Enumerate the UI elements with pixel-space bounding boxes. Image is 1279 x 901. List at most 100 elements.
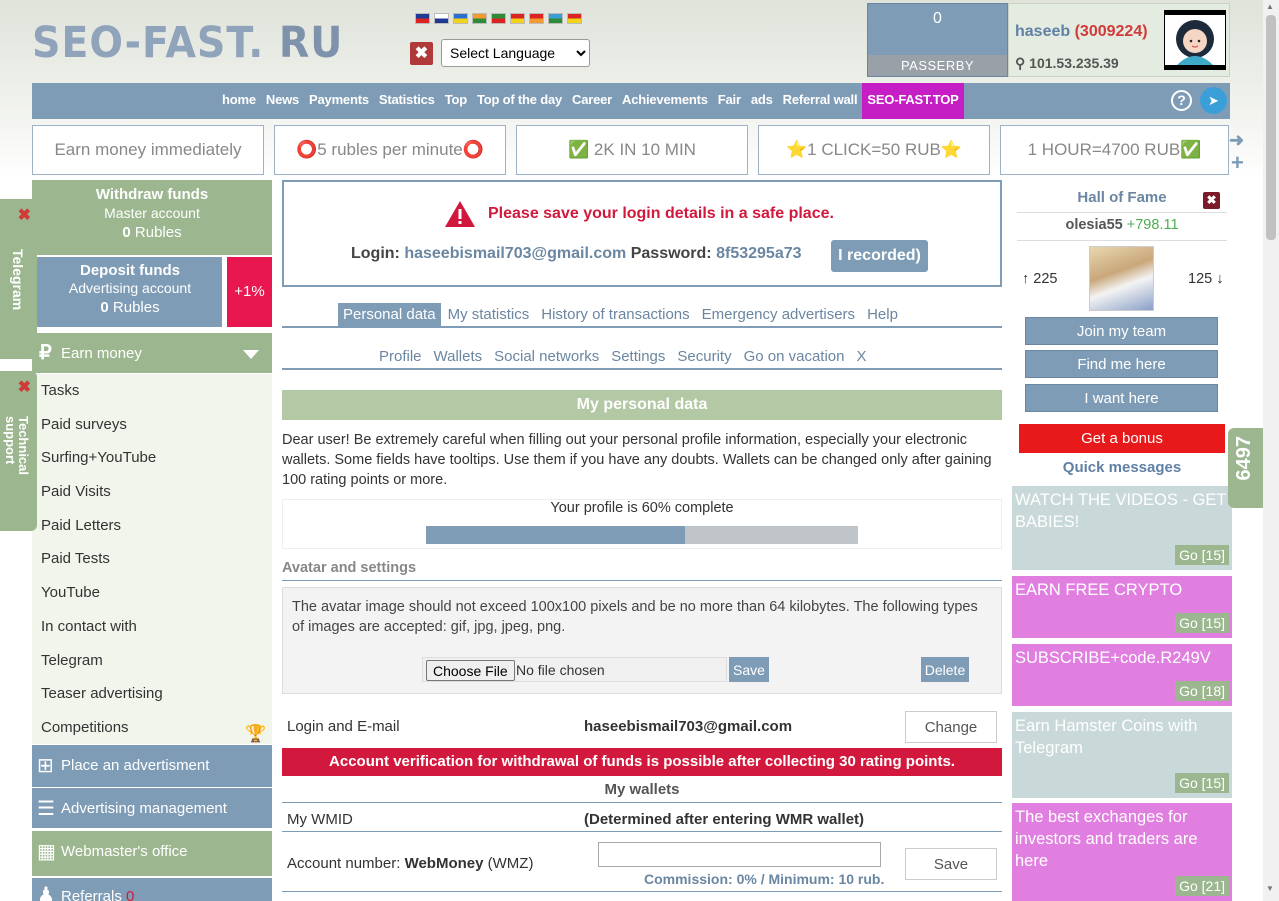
nav-item[interactable]: Payments (304, 83, 374, 119)
earn-menu-item[interactable]: YouTube (32, 576, 272, 610)
avatar-save-button[interactable]: Save (729, 657, 769, 682)
ad-block[interactable]: The best exchanges for investors and tra… (1012, 803, 1232, 901)
online-counter[interactable]: 6497 (1228, 428, 1263, 508)
flag-es-icon[interactable] (510, 13, 525, 24)
nav-item[interactable]: SEO-FAST.TOP (862, 83, 964, 119)
close-icon[interactable]: ✖ (18, 205, 31, 225)
nav-item[interactable]: Top (440, 83, 472, 119)
place-ad-menu[interactable]: ⊞ Place an advertisment (32, 745, 272, 787)
want-here-button[interactable]: I want here (1025, 384, 1218, 412)
hall-user[interactable]: olesia55 +798.11 (1017, 217, 1227, 233)
flag-in-icon[interactable] (472, 13, 487, 24)
earn-menu-item[interactable]: Competitions 🏆 (32, 711, 272, 745)
promo-banner[interactable]: ⭕5 rubles per minute⭕ (274, 125, 506, 175)
earn-menu-item[interactable]: Paid Letters (32, 509, 272, 543)
wallet-save-button[interactable]: Save (905, 848, 997, 880)
earn-menu-item[interactable]: Surfing+YouTube (32, 441, 272, 475)
nav-item[interactable]: ads (746, 83, 778, 119)
earn-menu-item[interactable]: Paid Tests (32, 542, 272, 576)
tab[interactable]: My statistics (443, 303, 535, 327)
earn-menu-item[interactable]: Tasks (32, 374, 272, 408)
earn-menu-item[interactable]: Paid Visits (32, 475, 272, 509)
hall-user-photo[interactable] (1089, 246, 1154, 311)
nav-item[interactable]: News (261, 83, 304, 119)
subtab[interactable]: Profile (374, 345, 427, 368)
nav-item[interactable]: Referral wall (778, 83, 863, 119)
telegram-side-tab[interactable]: ✖ Telegram (0, 199, 37, 359)
help-icon[interactable]: ? (1171, 90, 1192, 111)
subtab[interactable]: Wallets (429, 345, 488, 368)
deposit-funds[interactable]: Deposit funds Advertising account 0 Rubl… (32, 257, 222, 327)
earn-money-menu[interactable]: ₽ Earn money (32, 333, 272, 373)
close-icon[interactable]: ✖ (410, 42, 433, 65)
get-bonus-button[interactable]: Get a bonus (1019, 424, 1225, 453)
go-button[interactable]: Go [15] (1175, 545, 1229, 565)
quick-messages-link[interactable]: Quick messages (1017, 459, 1227, 476)
subtab[interactable]: Security (672, 345, 736, 368)
nav-item[interactable]: Career (567, 83, 617, 119)
earn-menu-item[interactable]: Telegram (32, 644, 272, 678)
choose-file-button[interactable]: Choose File (426, 660, 515, 681)
deposit-bonus-badge[interactable]: +1% (227, 257, 272, 327)
promo-banner[interactable]: ✅ 2K IN 10 MIN (516, 125, 748, 175)
tab[interactable]: History of transactions (536, 303, 694, 327)
support-side-tab[interactable]: ✖ Technical support (0, 371, 37, 531)
scroll-down-icon[interactable]: ▼ (1266, 884, 1274, 893)
go-button[interactable]: Go [15] (1175, 773, 1229, 793)
flag-ua-icon[interactable] (453, 13, 468, 24)
nav-item[interactable]: Achievements (617, 83, 713, 119)
nav-item[interactable]: Statistics (374, 83, 440, 119)
subtab[interactable]: Settings (606, 345, 670, 368)
ad-block[interactable]: WATCH THE VIDEOS - GET BABIES! Go [15] (1012, 486, 1232, 570)
nav-item[interactable]: home (217, 83, 261, 119)
flag-az-icon[interactable] (548, 13, 563, 24)
ad-block[interactable]: EARN FREE CRYPTO Go [15] (1012, 576, 1232, 638)
ad-block[interactable]: SUBSCRIBE+code.R249V Go [18] (1012, 644, 1232, 706)
flag-vn-icon[interactable] (567, 13, 582, 24)
withdraw-funds[interactable]: Withdraw funds Master account 0 Rubles (32, 180, 272, 255)
ad-management-menu[interactable]: ☰ Advertising management (32, 788, 272, 828)
flag-uk-icon[interactable] (415, 13, 430, 24)
find-me-button[interactable]: Find me here (1025, 350, 1218, 378)
upvote-count[interactable]: ↑ 225 (1022, 271, 1057, 287)
subtab[interactable]: X (852, 345, 872, 368)
change-button[interactable]: Change (905, 711, 997, 743)
recorded-button[interactable]: I recorded) (831, 240, 928, 272)
plus-icon[interactable]: + (1231, 150, 1244, 176)
referrals-menu[interactable]: ♟ Referrals 0 (32, 878, 272, 901)
site-logo[interactable]: SEO-FAST. RU (32, 18, 343, 68)
promo-banner[interactable]: Earn money immediately (32, 125, 264, 175)
file-input[interactable]: Choose File No file chosen (422, 657, 727, 682)
flag-it-icon[interactable] (491, 13, 506, 24)
promo-banner[interactable]: 1 HOUR=4700 RUB✅ (1000, 125, 1229, 175)
tab[interactable]: Help (862, 303, 903, 327)
earn-menu-item[interactable]: In contact with (32, 610, 272, 644)
language-select[interactable]: Select Language (441, 39, 590, 67)
promo-banner[interactable]: ⭐1 CLICK=50 RUB⭐ (758, 125, 990, 175)
tab[interactable]: Personal data (338, 303, 441, 327)
earn-menu-item[interactable]: Paid surveys (32, 408, 272, 442)
tab[interactable]: Emergency advertisers (697, 303, 860, 327)
downvote-count[interactable]: 125 ↓ (1188, 271, 1223, 287)
subtab[interactable]: Go on vacation (739, 345, 850, 368)
earn-menu-item[interactable]: Teaser advertising (32, 677, 272, 711)
telegram-icon[interactable]: ➤ (1200, 87, 1227, 114)
arrow-right-icon[interactable]: ➜ (1229, 130, 1244, 151)
scrollbar-thumb[interactable] (1266, 15, 1276, 240)
wallet-input[interactable] (598, 842, 881, 867)
go-button[interactable]: Go [15] (1175, 613, 1229, 633)
go-button[interactable]: Go [18] (1175, 681, 1229, 701)
webmaster-menu[interactable]: ▦ Webmaster's office (32, 831, 272, 876)
user-name[interactable]: haseeb (3009224) (1015, 23, 1148, 41)
close-icon[interactable]: ✖ (18, 377, 31, 397)
nav-item[interactable]: Top of the day (472, 83, 567, 119)
scroll-up-icon[interactable]: ▲ (1266, 2, 1274, 11)
close-icon[interactable]: ✖ (1203, 192, 1220, 209)
subtab[interactable]: Social networks (489, 345, 604, 368)
avatar-delete-button[interactable]: Delete (921, 657, 969, 682)
ad-block[interactable]: Earn Hamster Coins with Telegram Go [15] (1012, 712, 1232, 798)
go-button[interactable]: Go [21] (1175, 876, 1229, 896)
flag-ru-icon[interactable] (434, 13, 449, 24)
avatar[interactable] (1164, 10, 1226, 70)
flag-am-icon[interactable] (529, 13, 544, 24)
